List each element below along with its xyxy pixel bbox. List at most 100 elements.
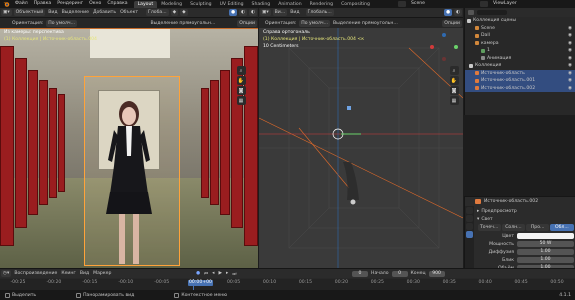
visibility-eye-icon[interactable]: ◉: [568, 33, 572, 38]
menu-item[interactable]: Рендеринг: [54, 0, 86, 8]
outliner-search-input[interactable]: [477, 10, 507, 15]
editor-type-button[interactable]: ▣▾: [260, 9, 271, 16]
workspace-tab[interactable]: Animation: [274, 1, 305, 8]
menu-item[interactable]: Окно: [86, 0, 104, 8]
playhead-label[interactable]: 00:00+00: [188, 279, 213, 286]
timeline-menu-item[interactable]: Вид: [78, 271, 91, 276]
outliner-row[interactable]: 1 ◉: [465, 47, 575, 55]
outliner-row[interactable]: Источник-область ◉: [465, 69, 575, 77]
left-viewport-canvas[interactable]: Из камеры: перспектива (1) Коллекция | И…: [0, 28, 258, 268]
shading-solid-icon[interactable]: ●: [228, 9, 237, 16]
color-swatch[interactable]: [517, 233, 574, 239]
header-menu[interactable]: Вид: [46, 10, 59, 15]
blender-logo-icon[interactable]: [0, 1, 12, 7]
camera-icon[interactable]: ◙: [449, 86, 459, 95]
light-type-button[interactable]: Обл...: [550, 223, 574, 231]
right-viewport-canvas[interactable]: Справа ортогональ (1) Коллекция | Источн…: [259, 28, 463, 268]
header-menu[interactable]: Объект: [118, 10, 140, 15]
header-menu[interactable]: Объектный: [13, 9, 46, 16]
workspace-tab[interactable]: Shading: [248, 1, 275, 8]
transform-orientation-dropdown[interactable]: Глобаль...: [305, 9, 334, 16]
property-value-field[interactable]: 1.00: [517, 249, 574, 255]
editor-type-button[interactable]: ▣▾: [1, 9, 12, 16]
header-menu[interactable]: Вид: [288, 10, 301, 15]
jump-start-icon[interactable]: ⏮: [202, 271, 210, 277]
property-value-field[interactable]: 50 W: [517, 241, 574, 247]
section-preview[interactable]: ▸ Предпросмотр: [477, 207, 574, 215]
outliner-filter-icon[interactable]: [468, 10, 474, 15]
scene-selector[interactable]: Scene: [398, 0, 428, 8]
orientation-dropdown[interactable]: По умолч...: [46, 19, 78, 27]
workspace-tab[interactable]: Rendering: [306, 1, 337, 8]
light-type-button[interactable]: Точеч...: [477, 223, 501, 231]
workspace-tab[interactable]: Modeling: [157, 1, 186, 8]
render-tab-icon[interactable]: [466, 215, 473, 222]
shading-solid-icon[interactable]: ●: [443, 9, 452, 16]
outliner-row[interactable]: камера ◉: [465, 40, 575, 48]
visibility-eye-icon[interactable]: ◉: [568, 48, 572, 53]
outliner-row[interactable]: Источник-область.002 ◉: [465, 84, 575, 92]
grid-view-icon[interactable]: ▦: [236, 96, 246, 105]
zoom-icon[interactable]: ⌕: [236, 66, 246, 75]
proportional-icon[interactable]: ◆: [180, 9, 188, 16]
grid-view-icon[interactable]: ▦: [449, 96, 459, 105]
outliner-row[interactable]: Источник-область.001 ◉: [465, 77, 575, 85]
header-menu[interactable]: Ви...: [272, 9, 288, 16]
transform-orientation-dropdown[interactable]: Глоба...: [146, 9, 169, 16]
visibility-eye-icon[interactable]: ◉: [568, 56, 572, 61]
visibility-eye-icon[interactable]: ◉: [568, 26, 572, 31]
drag-mode-label[interactable]: Выделение прямоугольн...: [331, 21, 400, 26]
gizmo-y-icon[interactable]: [454, 45, 458, 49]
overlay-icon[interactable]: ◐: [238, 9, 247, 16]
menu-item[interactable]: Справка: [104, 0, 130, 8]
snap-icon[interactable]: ◆: [170, 9, 179, 16]
timeline-menu-item[interactable]: Кеинг: [59, 271, 78, 276]
gizmo-neg-z-icon[interactable]: [442, 57, 446, 61]
workspace-tab[interactable]: Layout: [133, 0, 158, 8]
gizmo-x-icon[interactable]: [430, 45, 434, 49]
visibility-eye-icon[interactable]: ◉: [568, 86, 572, 91]
outliner-row[interactable]: Dall ◉: [465, 32, 575, 40]
tool-tab-icon[interactable]: [466, 207, 473, 214]
workspace-tab[interactable]: UV Editing: [216, 1, 248, 8]
visibility-eye-icon[interactable]: ◉: [568, 78, 572, 83]
light-type-button[interactable]: Про...: [526, 223, 550, 231]
outliner-row[interactable]: Коллекция ◉: [465, 62, 575, 70]
options-dropdown[interactable]: Опции: [237, 19, 257, 27]
workspace-tab[interactable]: Compositing: [337, 1, 374, 8]
record-icon[interactable]: ●: [194, 271, 202, 276]
view-layer-selector[interactable]: ViewLayer: [480, 0, 520, 8]
scene-tab-icon[interactable]: [466, 223, 473, 230]
navigation-gizmo[interactable]: [429, 32, 459, 62]
pan-hand-icon[interactable]: ✋: [236, 76, 246, 85]
current-frame-field[interactable]: 0: [352, 270, 368, 277]
visibility-eye-icon[interactable]: ◉: [568, 41, 572, 46]
outliner-root[interactable]: Коллекция сцены: [465, 17, 575, 25]
start-frame-field[interactable]: 0: [391, 270, 408, 277]
visibility-eye-icon[interactable]: ◉: [568, 63, 572, 68]
shading-material-icon[interactable]: ◐: [248, 9, 257, 16]
timeline-editor-button[interactable]: ◷▾: [1, 270, 12, 277]
end-frame-field[interactable]: 900: [428, 270, 445, 277]
camera-icon[interactable]: ◙: [236, 86, 246, 95]
header-menu[interactable]: Добавить: [91, 10, 118, 15]
gizmo-z-icon[interactable]: [442, 33, 446, 37]
options-dropdown[interactable]: Опции: [442, 19, 462, 27]
section-light[interactable]: ▾ Свет: [477, 215, 574, 223]
property-value-field[interactable]: 1.00: [517, 257, 574, 263]
outliner-row[interactable]: Анимация ◉: [465, 55, 575, 63]
jump-end-icon[interactable]: ⏭: [230, 271, 238, 277]
timeline-menu-item[interactable]: Воспроизведение: [12, 271, 59, 276]
header-menu[interactable]: Выделение: [60, 10, 91, 15]
workspace-tab[interactable]: Sculpting: [186, 1, 215, 8]
light-data-tab-icon[interactable]: [466, 231, 473, 238]
visibility-eye-icon[interactable]: ◉: [568, 71, 572, 76]
outliner-row[interactable]: Scene ◉: [465, 25, 575, 33]
drag-mode-label[interactable]: Выделение прямоугольн...: [149, 21, 218, 26]
zoom-icon[interactable]: ⌕: [449, 66, 459, 75]
light-type-button[interactable]: Солн...: [501, 223, 525, 231]
menu-item[interactable]: Правка: [31, 0, 54, 8]
pan-hand-icon[interactable]: ✋: [449, 76, 459, 85]
timeline-menu-item[interactable]: Маркер: [91, 271, 113, 276]
overlay-icon[interactable]: ◐: [453, 9, 462, 16]
